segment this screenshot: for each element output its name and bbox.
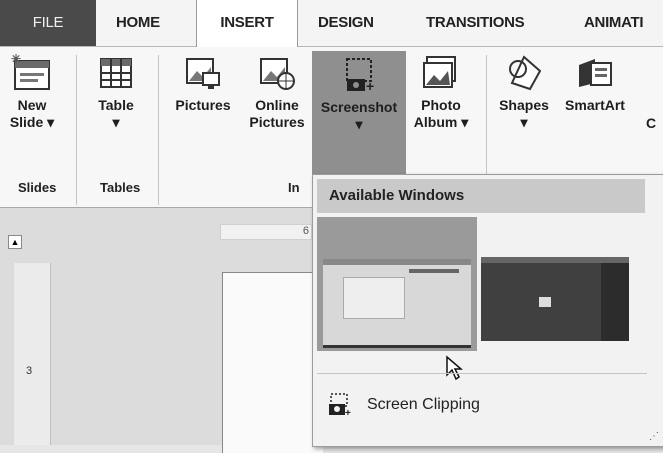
ruler-mark: 3 xyxy=(26,365,33,377)
photo-album-label-1: Photo xyxy=(421,97,461,113)
tab-animations[interactable]: ANIMATI xyxy=(584,0,644,46)
online-pictures-label-2: Pictures xyxy=(249,114,305,130)
window-thumbnail-preview xyxy=(481,257,629,341)
photo-album-icon xyxy=(421,53,461,93)
table-label-2: ▾ xyxy=(112,114,120,130)
screen-clipping-label: Screen Clipping xyxy=(367,396,480,413)
pictures-icon xyxy=(183,53,223,93)
svg-text:✳: ✳ xyxy=(11,53,21,66)
vertical-ruler: 3 xyxy=(14,263,51,445)
new-slide-button[interactable]: ✳ New Slide ▾ xyxy=(6,53,58,131)
screenshot-icon: + xyxy=(339,55,379,95)
svg-text:+: + xyxy=(366,78,374,94)
tab-home[interactable]: HOME xyxy=(116,0,160,46)
shapes-label-2: ▾ xyxy=(520,114,528,130)
horizontal-ruler: 6 xyxy=(220,224,312,240)
group-label-slides: Slides xyxy=(18,180,57,195)
window-thumbnail-preview xyxy=(323,259,471,345)
screenshot-dropdown: Available Windows + Screen Clipping ⋰ xyxy=(312,174,663,447)
available-windows-header: Available Windows xyxy=(317,179,645,213)
pictures-button[interactable]: Pictures xyxy=(170,53,236,114)
screen-clipping-option[interactable]: + Screen Clipping xyxy=(317,373,647,440)
svg-text:+: + xyxy=(345,408,351,418)
tab-file[interactable]: FILE xyxy=(0,0,96,46)
group-label-images: In xyxy=(288,180,300,195)
pictures-label: Pictures xyxy=(175,97,231,113)
table-label-1: Table xyxy=(98,97,134,113)
screenshot-label-2: ▾ xyxy=(355,116,363,132)
group-separator xyxy=(158,55,159,205)
tab-insert[interactable]: INSERT xyxy=(196,0,298,47)
chart-button-partial[interactable]: C xyxy=(646,115,663,132)
tab-transitions[interactable]: TRANSITIONS xyxy=(426,0,525,46)
shapes-label-1: Shapes xyxy=(499,97,549,113)
ruler-mark: 6 xyxy=(302,225,309,237)
resize-grip-icon[interactable]: ⋰ xyxy=(649,431,659,442)
photo-album-label-2: Album ▾ xyxy=(413,114,469,130)
photo-album-button[interactable]: Photo Album ▾ xyxy=(410,53,472,131)
scroll-up-arrow-icon[interactable]: ▲ xyxy=(8,235,22,249)
new-slide-label-1: New xyxy=(17,97,47,113)
ribbon-tab-bar: FILE HOME INSERT DESIGN TRANSITIONS ANIM… xyxy=(0,0,663,47)
smartart-button[interactable]: SmartArt xyxy=(560,53,630,114)
group-label-tables: Tables xyxy=(100,180,141,195)
new-slide-label-2: Slide ▾ xyxy=(9,114,55,130)
new-slide-icon: ✳ xyxy=(11,53,53,93)
screenshot-button[interactable]: + Screenshot ▾ xyxy=(312,51,406,175)
table-button[interactable]: Table ▾ xyxy=(90,53,142,131)
table-icon xyxy=(96,53,136,93)
smartart-icon xyxy=(575,53,615,93)
window-thumbnail[interactable] xyxy=(481,217,631,351)
shapes-button[interactable]: Shapes ▾ xyxy=(494,53,554,131)
slide-canvas[interactable] xyxy=(222,272,323,453)
tab-design[interactable]: DESIGN xyxy=(318,0,374,46)
online-pictures-label-1: Online xyxy=(255,97,299,113)
online-pictures-icon xyxy=(257,53,297,93)
screen-clipping-icon: + xyxy=(327,392,353,423)
shapes-icon xyxy=(504,53,544,93)
group-separator xyxy=(76,55,77,205)
screenshot-label-1: Screenshot xyxy=(320,99,398,115)
window-thumbnail[interactable] xyxy=(317,217,477,351)
chart-label-partial: C xyxy=(646,115,657,131)
smartart-label: SmartArt xyxy=(565,97,625,113)
online-pictures-button[interactable]: Online Pictures xyxy=(244,53,310,131)
